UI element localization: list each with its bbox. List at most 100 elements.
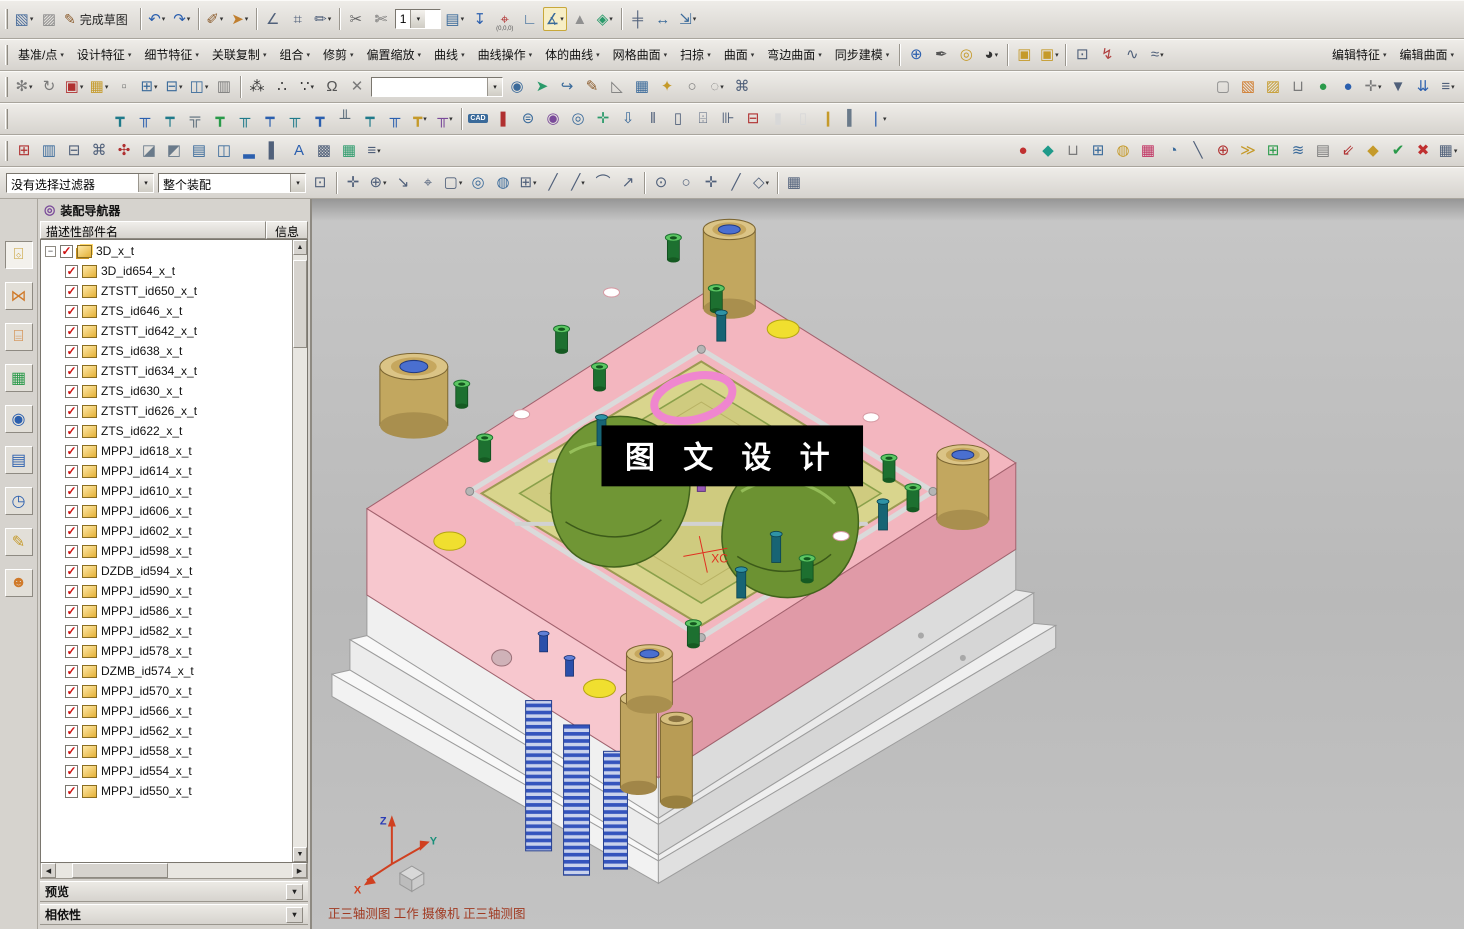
- model-view-icon[interactable]: ▫: [112, 75, 136, 99]
- spline-icon[interactable]: ✏: [311, 7, 335, 31]
- feature-menu-button[interactable]: 曲线: [428, 41, 471, 68]
- star-icon[interactable]: ✦: [655, 75, 679, 99]
- sphere-select-icon[interactable]: ◎: [466, 171, 490, 195]
- tag-pen-icon[interactable]: ✒: [929, 43, 953, 67]
- tree-row[interactable]: MPPJ_id602_x_t: [41, 521, 292, 541]
- history-tab-icon[interactable]: ◷: [5, 487, 33, 515]
- mold-pin-icon[interactable]: ┯: [358, 107, 382, 131]
- scroll-left-icon[interactable]: ◀: [41, 863, 56, 878]
- datum-axis-icon[interactable]: ∟: [518, 7, 542, 31]
- preview-section-header[interactable]: 预览: [40, 881, 308, 902]
- toolbar-grip[interactable]: [5, 9, 8, 29]
- block-icon[interactable]: ▍: [841, 107, 865, 131]
- tree-row[interactable]: ZTSTT_id650_x_t: [41, 281, 292, 301]
- circle-snap-icon[interactable]: ○: [674, 171, 698, 195]
- redo-icon[interactable]: ↷: [170, 7, 194, 31]
- slash-icon[interactable]: ╱: [724, 171, 748, 195]
- tree-row[interactable]: MPPJ_id554_x_t: [41, 761, 292, 781]
- checkbox-checked[interactable]: [65, 705, 78, 718]
- mesh-icon[interactable]: ▦: [337, 139, 361, 163]
- checkbox-checked[interactable]: [65, 345, 78, 358]
- scroll-down-icon[interactable]: ▼: [293, 847, 307, 862]
- toolbar-grip[interactable]: [5, 77, 8, 97]
- show-hide-icon[interactable]: ◉: [505, 75, 529, 99]
- feature-menu-button[interactable]: 关联复制: [206, 41, 273, 68]
- edit-menu-button[interactable]: 编辑曲面: [1393, 41, 1460, 68]
- bars-icon[interactable]: ▂: [237, 139, 261, 163]
- graphics-viewport[interactable]: XC 图 文 设 计 Z Y X: [312, 199, 1464, 929]
- collapse-icon[interactable]: ⇊: [1411, 75, 1435, 99]
- diagonal-icon[interactable]: ╲: [1186, 139, 1210, 163]
- tree-row[interactable]: ZTSTT_id626_x_t: [41, 401, 292, 421]
- diamond-snap-icon[interactable]: ◇: [749, 171, 773, 195]
- partial-circle-icon[interactable]: ◔: [1161, 139, 1185, 163]
- checkbox-checked[interactable]: [65, 385, 78, 398]
- scrollbar-thumb[interactable]: [293, 260, 307, 348]
- sheet-icon[interactable]: ▤: [187, 139, 211, 163]
- mold-pin-icon[interactable]: ╥: [133, 107, 157, 131]
- capsule-icon[interactable]: ▮: [766, 107, 790, 131]
- more-tools-icon[interactable]: ▼: [1386, 75, 1410, 99]
- dependencies-section-header[interactable]: 相依性: [40, 904, 308, 925]
- part-family-icon[interactable]: ▦: [87, 75, 111, 99]
- redo-view-icon[interactable]: ↪: [555, 75, 579, 99]
- checkbox-checked[interactable]: [65, 685, 78, 698]
- checkbox-checked[interactable]: [65, 525, 78, 538]
- layers-icon[interactable]: ▤: [1311, 139, 1335, 163]
- mold-pin-icon[interactable]: ┳: [208, 107, 232, 131]
- mold-pin-icon[interactable]: ┳: [308, 107, 332, 131]
- feature-menu-button[interactable]: 细节特征: [138, 41, 205, 68]
- bushing-icon[interactable]: ⊔: [1061, 139, 1085, 163]
- feature-menu-button[interactable]: 修剪: [317, 41, 360, 68]
- thin-pin-icon[interactable]: ❘: [866, 107, 890, 131]
- dependencies-icon[interactable]: ∵: [295, 75, 319, 99]
- cylinder-icon[interactable]: ⊔: [1286, 75, 1310, 99]
- tree-row[interactable]: ZTSTT_id642_x_t: [41, 321, 292, 341]
- update-model-icon[interactable]: ↻: [37, 75, 61, 99]
- green-ball-icon[interactable]: ●: [1311, 75, 1335, 99]
- profile-line-icon[interactable]: ∠: [261, 7, 285, 31]
- selection-filter-combo[interactable]: 没有选择过滤器: [6, 173, 154, 193]
- checkbox-checked[interactable]: [65, 645, 78, 658]
- red-ball-icon[interactable]: ●: [1011, 139, 1035, 163]
- gold-ring-icon[interactable]: ◍: [1111, 139, 1135, 163]
- checkbox-checked[interactable]: [65, 625, 78, 638]
- mold-pin-icon[interactable]: ╥: [233, 107, 257, 131]
- table-edit-icon[interactable]: ▦: [1436, 139, 1460, 163]
- tree-row[interactable]: ZTS_id646_x_t: [41, 301, 292, 321]
- datum-csys-icon[interactable]: ∡: [543, 7, 567, 31]
- list-icon[interactable]: ≡: [362, 139, 386, 163]
- chevron-down-icon[interactable]: [286, 907, 303, 923]
- toolbar-grip[interactable]: [5, 45, 8, 65]
- balance-icon[interactable]: ⊜: [516, 107, 540, 131]
- lock-icon[interactable]: Ω: [320, 75, 344, 99]
- tree-row[interactable]: MPPJ_id566_x_t: [41, 701, 292, 721]
- constraint-navigator-tab-icon[interactable]: ⋈: [5, 282, 33, 310]
- feature-menu-button[interactable]: 曲面: [718, 41, 761, 68]
- point-snap-icon[interactable]: ⊙: [649, 171, 673, 195]
- checkbox-checked[interactable]: [65, 485, 78, 498]
- gold-part-icon[interactable]: ▨: [1261, 75, 1285, 99]
- mold-pin-icon[interactable]: ┳: [108, 107, 132, 131]
- clear-selection-icon[interactable]: ✕: [345, 75, 369, 99]
- checkbox-checked[interactable]: [65, 545, 78, 558]
- gold-diamond-icon[interactable]: ◆: [1361, 139, 1385, 163]
- checkbox-checked[interactable]: [65, 445, 78, 458]
- checkbox-checked[interactable]: [65, 725, 78, 738]
- notes-tab-icon[interactable]: ✎: [5, 528, 33, 556]
- checkbox-checked[interactable]: [65, 325, 78, 338]
- tree-row[interactable]: MPPJ_id586_x_t: [41, 601, 292, 621]
- web-browser-tab-icon[interactable]: ◉: [5, 405, 33, 433]
- tree-row[interactable]: MPPJ_id550_x_t: [41, 781, 292, 801]
- pocket-icon[interactable]: ⌘: [87, 139, 111, 163]
- parallel-pins-icon[interactable]: ‖: [641, 107, 665, 131]
- checkbox-checked[interactable]: [65, 605, 78, 618]
- edit-menu-button[interactable]: 编辑特征: [1326, 41, 1393, 68]
- arc-snap-icon[interactable]: ⌒: [591, 171, 615, 195]
- dashed-circle-icon[interactable]: ◌: [705, 75, 729, 99]
- checkbox-checked[interactable]: [65, 405, 78, 418]
- tree-root-row[interactable]: 3D_x_t: [41, 241, 292, 261]
- relations-icon[interactable]: ∴: [270, 75, 294, 99]
- plus-snap-icon[interactable]: ✛: [699, 171, 723, 195]
- tree-row[interactable]: DZMB_id574_x_t: [41, 661, 292, 681]
